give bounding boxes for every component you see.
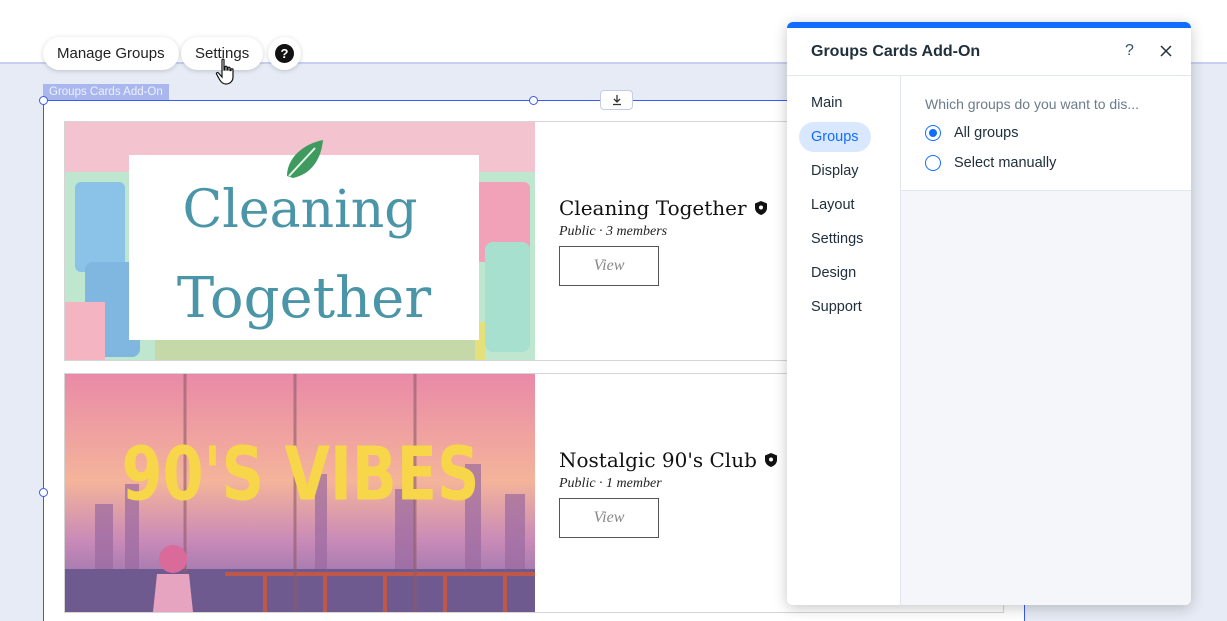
radio-select-manually[interactable]: Select manually xyxy=(925,155,1191,171)
group-title-text[interactable]: Nostalgic 90's Club xyxy=(559,448,757,472)
resize-handle-top[interactable] xyxy=(529,96,538,105)
radio-button-checked[interactable] xyxy=(925,125,941,141)
group-info: Cleaning Together Public · 3 members Vie… xyxy=(559,196,767,286)
nav-item-groups[interactable]: Groups xyxy=(799,122,871,152)
group-meta: Public · 3 members xyxy=(559,224,668,239)
manage-groups-button[interactable]: Manage Groups xyxy=(43,37,179,70)
image-text-together: Together xyxy=(177,266,431,331)
group-info: Nostalgic 90's Club Public · 1 member Vi… xyxy=(559,448,777,538)
close-icon[interactable] xyxy=(1159,44,1173,58)
resize-handle-top-left[interactable] xyxy=(39,96,48,105)
groups-selection-section: Which groups do you want to dis... All g… xyxy=(901,76,1191,191)
radio-label[interactable]: Select manually xyxy=(954,155,1056,171)
panel-header: Groups Cards Add-On ? xyxy=(787,28,1191,76)
radio-all-groups[interactable]: All groups xyxy=(925,125,1191,141)
panel-content: Which groups do you want to dis... All g… xyxy=(901,76,1191,605)
image-text-cleaning: Cleaning xyxy=(182,180,417,240)
nav-item-main[interactable]: Main xyxy=(799,88,854,118)
view-button[interactable]: View xyxy=(559,498,659,538)
resize-handle-left[interactable] xyxy=(39,488,48,497)
groups-question: Which groups do you want to dis... xyxy=(925,96,1139,112)
nav-item-settings[interactable]: Settings xyxy=(799,224,875,254)
nav-item-display[interactable]: Display xyxy=(799,156,871,186)
group-image-90s: 90'S VIBES xyxy=(65,374,535,612)
panel-nav: Main Groups Display Layout Settings Desi… xyxy=(787,76,901,605)
radio-label[interactable]: All groups xyxy=(954,125,1018,141)
panel-help-icon[interactable]: ? xyxy=(1125,42,1134,60)
image-text-90s-vibes: 90'S VIBES xyxy=(122,431,480,517)
group-image-cleaning: Cleaning Together xyxy=(65,122,535,360)
shield-icon xyxy=(754,201,767,215)
hand-cursor-icon xyxy=(215,58,234,85)
download-icon xyxy=(612,95,621,106)
download-button[interactable] xyxy=(600,90,633,110)
nav-item-support[interactable]: Support xyxy=(799,292,874,322)
settings-panel: Groups Cards Add-On ? Main Groups Displa… xyxy=(787,22,1191,605)
group-title[interactable]: Nostalgic 90's Club xyxy=(559,448,777,472)
component-label[interactable]: Groups Cards Add-On xyxy=(43,84,169,100)
group-title-text[interactable]: Cleaning Together xyxy=(559,196,747,220)
group-meta: Public · 1 member xyxy=(559,476,662,491)
shield-icon xyxy=(764,453,777,467)
radio-button[interactable] xyxy=(925,155,941,171)
nav-item-design[interactable]: Design xyxy=(799,258,868,288)
panel-title: Groups Cards Add-On xyxy=(811,42,981,60)
help-icon: ? xyxy=(275,44,294,63)
view-button[interactable]: View xyxy=(559,246,659,286)
group-title[interactable]: Cleaning Together xyxy=(559,196,767,220)
nav-item-layout[interactable]: Layout xyxy=(799,190,867,220)
help-button[interactable]: ? xyxy=(268,37,301,70)
